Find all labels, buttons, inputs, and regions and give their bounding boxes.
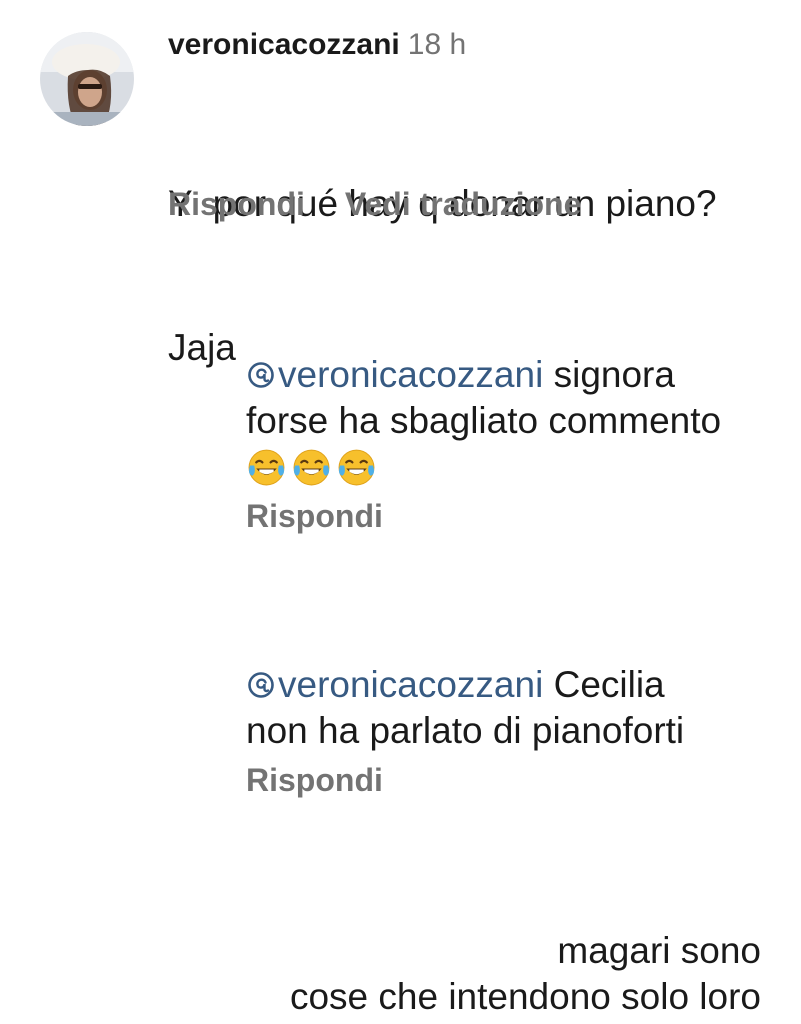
- mention-link[interactable]: veronicacozzani: [246, 354, 543, 395]
- threads-icon: [248, 672, 274, 698]
- reply-text: Cecilia: [543, 664, 665, 705]
- reply-line: forse ha sbagliato commento: [246, 400, 722, 441]
- face-with-tears-of-joy-icon: [248, 449, 285, 485]
- reply-comment: veronicacozzani Cecilia non ha parlato d…: [246, 662, 684, 754]
- mention-username: veronicacozzani: [278, 354, 544, 395]
- reply-line: veronicacozzani Cecilia: [246, 662, 684, 708]
- avatar[interactable]: [40, 32, 134, 126]
- avatar-image: [40, 32, 134, 126]
- reply-line: veronicacozzani signora: [246, 352, 721, 398]
- reply-comment: veronicacozzani signora forse ha sbaglia…: [246, 352, 721, 490]
- emoji-row: [246, 444, 721, 490]
- comment-header: veronicacozzani 18 h: [168, 28, 466, 62]
- timestamp: 18 h: [407, 28, 467, 61]
- reply-button[interactable]: Rispondi: [246, 498, 383, 535]
- mention-username: veronicacozzani: [278, 664, 544, 705]
- reply-line: non ha parlato di pianoforti: [246, 710, 685, 751]
- username[interactable]: veronicacozzani: [168, 28, 400, 61]
- text-line: magari sono: [557, 930, 761, 971]
- text-line: cose che intendono solo loro: [289, 976, 761, 1017]
- face-with-tears-of-joy-icon: [338, 449, 375, 485]
- mention-link[interactable]: veronicacozzani: [246, 664, 543, 705]
- reply-text: signora: [543, 354, 675, 395]
- face-with-tears-of-joy-icon: [293, 449, 330, 485]
- comment-actions: Rispondi Vedi traduzione: [168, 186, 581, 223]
- trailing-comment-text: magari sono cose che intendono solo loro: [290, 928, 761, 1020]
- reply-button[interactable]: Rispondi: [246, 762, 383, 799]
- see-translation-button[interactable]: Vedi traduzione: [345, 186, 581, 222]
- reply-button[interactable]: Rispondi: [168, 186, 305, 222]
- threads-icon: [248, 362, 274, 388]
